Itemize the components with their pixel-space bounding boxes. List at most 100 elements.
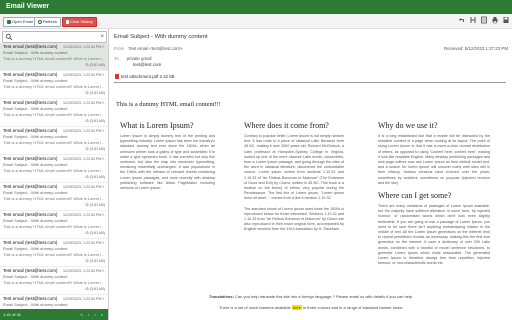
delete-email-icon[interactable]: ✕: [102, 100, 105, 106]
banner-link[interactable]: here: [291, 305, 302, 310]
delete-email-icon[interactable]: ✕: [102, 212, 105, 218]
attachment-label[interactable]: test attachment.pdf 2.42 kB: [121, 74, 174, 79]
delete-email-icon[interactable]: ✕: [102, 44, 105, 50]
header-icon[interactable]: [470, 16, 476, 24]
reply-icon[interactable]: [459, 16, 465, 24]
email-date: 12/25/2023, 1:22:54 PM: [63, 213, 102, 217]
attachment-icon: ⊘: [85, 63, 89, 67]
delete-email-icon[interactable]: ✕: [102, 268, 105, 274]
email-list: Test email (test@test.com) 12/25/2023, 1:…: [0, 43, 108, 309]
search-box[interactable]: ×: [2, 31, 107, 43]
email-list-item[interactable]: Test email (test@test.com) 12/25/2023, 1:…: [0, 267, 108, 295]
translations-line: Translations: Can you help translate thi…: [110, 294, 512, 299]
attachment-icon: ⊘: [85, 147, 89, 151]
email-list-item[interactable]: Test email (test@test.com) 12/25/2023, 1:…: [0, 71, 108, 99]
attachment-link[interactable]: test attachment.pdf 2.42 kB: [115, 74, 174, 80]
email-date: 12/25/2023, 1:22:54 PM: [63, 101, 102, 105]
open-email-button[interactable]: Open Email: [3, 17, 37, 27]
delete-email-icon[interactable]: ✕: [102, 296, 105, 302]
email-size-value: (3.61 kB): [89, 175, 105, 179]
email-size: ⊘(3.61 kB): [85, 258, 105, 264]
banner-line: There is a set of mock banners available…: [110, 305, 512, 310]
email-size-value: (3.61 kB): [89, 203, 105, 207]
email-size: ⊘(3.61 kB): [85, 230, 105, 236]
col3-title-2: Where can I get some?: [378, 191, 452, 201]
email-date: 12/25/2023, 1:22:54 PM: [63, 269, 102, 273]
email-size: ⊘(3.61 kB): [85, 174, 105, 180]
toolbar: Open Email Refresh Clear History: [0, 14, 512, 29]
email-size: ⊘(3.61 kB): [85, 62, 105, 68]
email-date: 12/25/2023, 1:22:54 PM: [63, 73, 102, 77]
cc-value[interactable]: test@test.com: [133, 62, 161, 67]
email-date: 12/25/2023, 1:22:54 PM: [63, 241, 102, 245]
to-label: To: [114, 56, 119, 61]
pagination-nav[interactable]: « ‹ › »: [81, 309, 105, 320]
content-column-1: What is Lorem Ipsum? Lorem Ipsum is simp…: [120, 121, 215, 196]
trash-icon: [66, 19, 69, 24]
delete-email-icon[interactable]: ✕: [102, 240, 105, 246]
message-subject: Email Subject - With dummy content: [114, 34, 208, 40]
content-column-2: Where does it come from? Contrary to pop…: [244, 121, 344, 238]
search-input[interactable]: [13, 32, 93, 42]
toolbar-icons: [459, 16, 509, 26]
email-size-value: (3.61 kB): [89, 63, 105, 67]
delete-email-icon[interactable]: ✕: [102, 72, 105, 78]
email-size: ⊘(3.61 kB): [85, 118, 105, 124]
email-list-item[interactable]: Test email (test@test.com) 12/25/2023, 1:…: [0, 127, 108, 155]
col3-paragraph-1: It is a long established fact that a rea…: [378, 134, 490, 185]
greeting-text: This is a dummy HTML email content!!!: [116, 101, 221, 108]
email-size-value: (3.61 kB): [89, 287, 105, 291]
email-list-item[interactable]: Test email (test@test.com) 12/25/2023, 1:…: [0, 295, 108, 309]
clear-search-icon[interactable]: ×: [100, 32, 104, 42]
table-icon[interactable]: [481, 16, 487, 24]
banner-post: in three colours and in a range of stand…: [303, 305, 404, 310]
email-list-item[interactable]: Test email (test@test.com) 12/25/2023, 1:…: [0, 183, 108, 211]
pdf-icon: [115, 74, 119, 80]
delete-email-icon[interactable]: ✕: [102, 156, 105, 162]
refresh-icon: [38, 19, 42, 24]
to-value[interactable]: private gmail: [127, 56, 152, 61]
search-icon: [5, 33, 13, 41]
attachment-icon: ⊘: [85, 175, 89, 179]
email-list-panel: × Test email (test@test.com) 12/25/2023, …: [0, 29, 109, 320]
save-icon[interactable]: [503, 16, 509, 24]
attachment-icon: ⊘: [85, 287, 89, 291]
attachment-icon: ⊘: [85, 91, 89, 95]
email-size-value: (3.61 kB): [89, 259, 105, 263]
email-list-item[interactable]: Test email (test@test.com) 12/25/2023, 1:…: [0, 239, 108, 267]
message-from: From Test email <test@test.com>: [114, 46, 183, 51]
email-size: ⊘(3.61 kB): [85, 146, 105, 152]
message-to: To private gmail: [114, 56, 152, 61]
col1-title: What is Lorem Ipsum?: [120, 121, 194, 130]
email-size: ⊘(3.61 kB): [85, 286, 105, 292]
email-size-value: (3.61 kB): [89, 231, 105, 235]
header-divider: [114, 82, 506, 83]
email-list-item[interactable]: Test email (test@test.com) 12/25/2023, 1:…: [0, 211, 108, 239]
app-title: Email Viewer: [6, 3, 50, 10]
delete-email-icon[interactable]: ✕: [102, 184, 105, 190]
col3-paragraph-2: There are many variations of passages of…: [378, 204, 490, 266]
from-value[interactable]: Test email <test@test.com>: [128, 46, 182, 51]
clear-history-button[interactable]: Clear History: [62, 17, 98, 27]
email-date: 12/25/2023, 1:22:54 PM: [63, 297, 102, 301]
delete-email-icon[interactable]: ✕: [102, 128, 105, 134]
translations-text: Can you help translate this site into a …: [235, 294, 414, 299]
email-list-item[interactable]: Test email (test@test.com) 12/25/2023, 1:…: [0, 99, 108, 127]
email-size-value: (3.61 kB): [89, 119, 105, 123]
email-viewer: Email Subject - With dummy content From T…: [110, 29, 512, 320]
email-list-item[interactable]: Test email (test@test.com) 12/25/2023, 1:…: [0, 155, 108, 183]
email-list-item[interactable]: Test email (test@test.com) 12/25/2023, 1:…: [0, 43, 108, 71]
title-bar: Email Viewer: [0, 0, 512, 14]
email-size: ⊘(3.61 kB): [85, 202, 105, 208]
col2-title: Where does it come from?: [244, 121, 329, 130]
email-size: ⊘(3.61 kB): [85, 90, 105, 96]
attachment-icon: ⊘: [85, 119, 89, 123]
refresh-button[interactable]: Refresh: [34, 17, 62, 27]
result-count: 1-41 of 41: [3, 312, 22, 317]
received-date: Received: 8/12/2023 1:27:23 PM: [444, 46, 508, 51]
col1-paragraph: Lorem Ipsum is simply dummy text of the …: [120, 134, 215, 191]
translations-label: Translations:: [208, 294, 234, 299]
email-date: 12/25/2023, 1:22:54 PM: [63, 157, 102, 161]
print-icon[interactable]: [492, 16, 498, 24]
col2-paragraph-2: The standard chunk of Lorem Ipsum used s…: [244, 206, 344, 232]
